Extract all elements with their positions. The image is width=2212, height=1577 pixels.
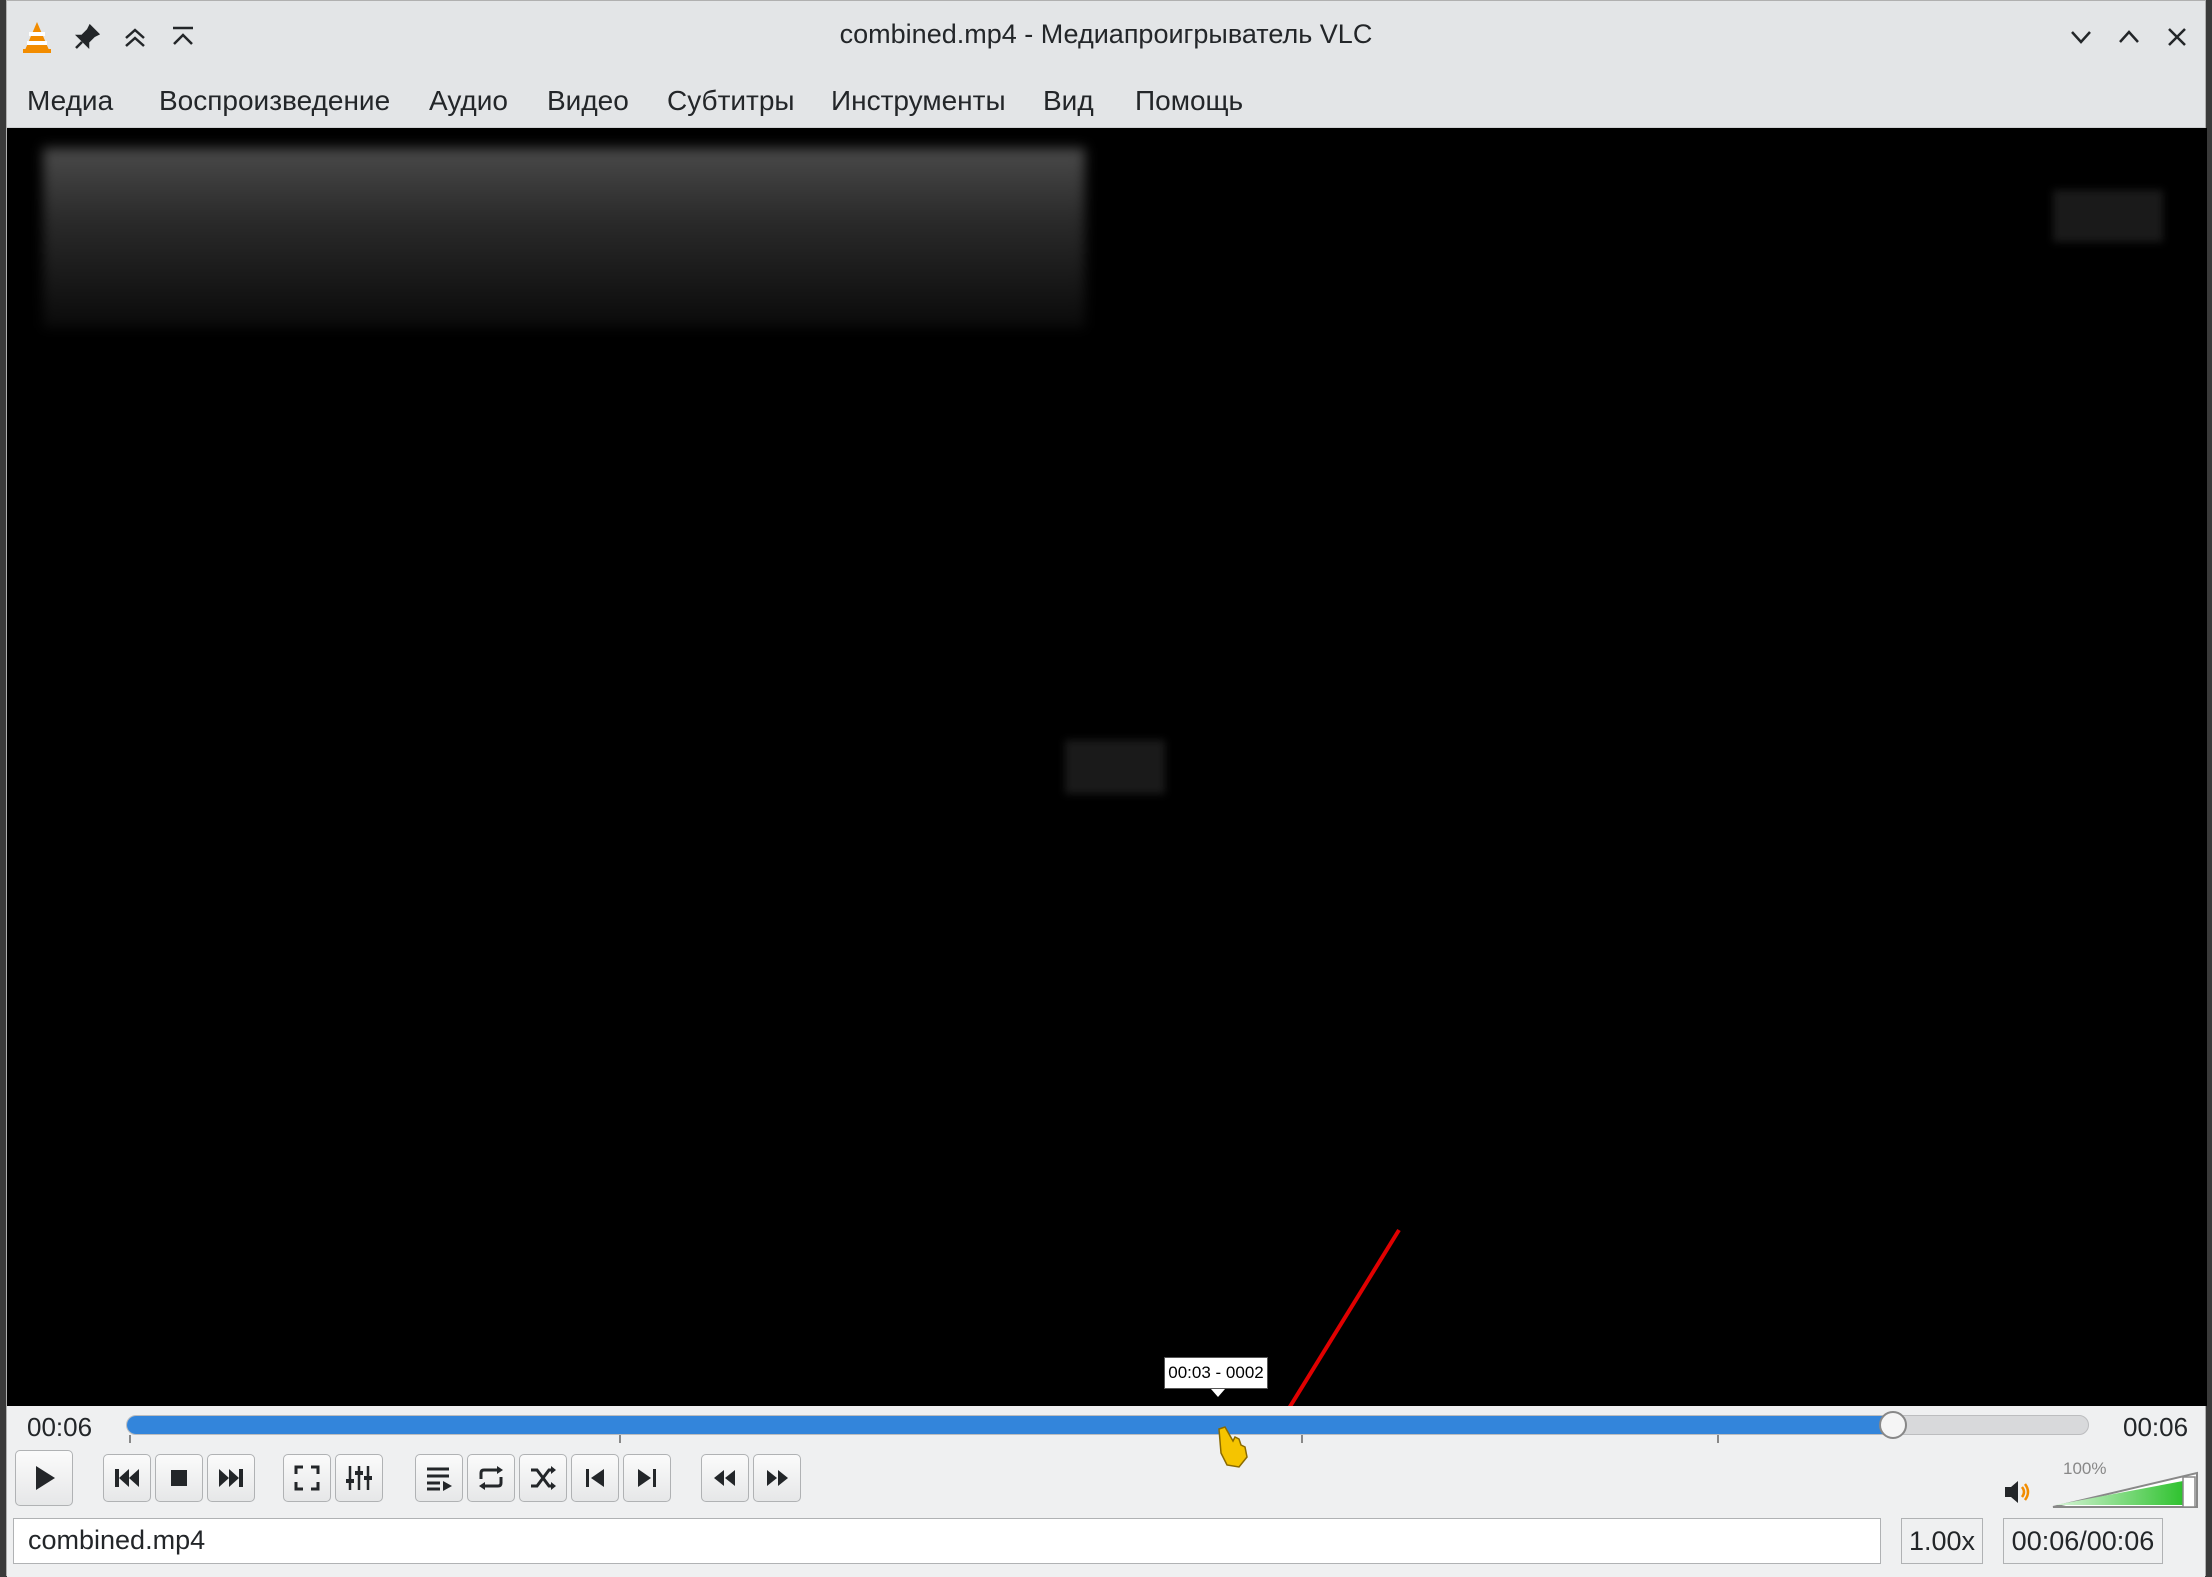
frame-next-button[interactable]: [623, 1454, 671, 1502]
time-display[interactable]: 00:06/00:06: [2003, 1518, 2163, 1564]
seek-tick: [1301, 1435, 1303, 1443]
shuffle-button[interactable]: [519, 1454, 567, 1502]
menu-tools[interactable]: Инструменты: [825, 81, 1012, 121]
play-button[interactable]: [15, 1450, 73, 1506]
previous-button[interactable]: [103, 1454, 151, 1502]
seek-tick: [1717, 1435, 1719, 1443]
stop-button[interactable]: [155, 1454, 203, 1502]
remaining-time[interactable]: 00:06: [2123, 1412, 2188, 1443]
slower-icon: [714, 1470, 735, 1486]
next-button[interactable]: [207, 1454, 255, 1502]
menu-bar: Медиа Воспроизведение Аудио Видео Субтит…: [7, 73, 2205, 128]
window-title: combined.mp4 - Медиапроигрыватель VLC: [839, 19, 1373, 49]
video-content-blur: [2053, 190, 2163, 242]
menu-audio[interactable]: Аудио: [423, 81, 514, 121]
faster-icon: [767, 1470, 788, 1486]
play-icon: [36, 1466, 55, 1490]
stop-icon: [171, 1470, 187, 1486]
video-content-blur: [1065, 740, 1165, 794]
cursor-hand-icon: [1218, 1426, 1248, 1468]
elapsed-time[interactable]: 00:06: [27, 1412, 92, 1443]
extended-settings-icon: [346, 1466, 372, 1490]
slower-button[interactable]: [701, 1454, 749, 1502]
menu-playback[interactable]: Воспроизведение: [153, 81, 396, 121]
loop-icon: [479, 1466, 503, 1490]
previous-icon: [115, 1469, 139, 1487]
minimize-icon[interactable]: [2063, 19, 2099, 55]
playlist-button[interactable]: [415, 1454, 463, 1502]
seek-tooltip: 00:03 - 0002: [1164, 1357, 1268, 1397]
next-icon: [219, 1469, 243, 1487]
loop-button[interactable]: [467, 1454, 515, 1502]
seek-slider[interactable]: [126, 1415, 2089, 1435]
fullscreen-icon: [294, 1465, 320, 1491]
seek-handle[interactable]: [1878, 1411, 1907, 1439]
title-bar[interactable]: combined.mp4 - Медиапроигрыватель VLC: [7, 1, 2205, 73]
status-bar: combined.mp4 1.00x 00:06/00:06: [7, 1518, 2205, 1566]
seek-progress: [127, 1416, 1894, 1434]
vlc-window: combined.mp4 - Медиапроигрыватель VLC Ме…: [6, 0, 2207, 1577]
faster-button[interactable]: [753, 1454, 801, 1502]
frame-next-icon: [638, 1469, 656, 1487]
seek-tick: [129, 1435, 131, 1443]
shuffle-icon: [531, 1466, 556, 1490]
extended-settings-button[interactable]: [335, 1454, 383, 1502]
frame-back-button[interactable]: [571, 1454, 619, 1502]
fullscreen-button[interactable]: [283, 1454, 331, 1502]
close-icon[interactable]: [2159, 19, 2195, 55]
filename-field: combined.mp4: [13, 1518, 1881, 1564]
menu-help[interactable]: Помощь: [1129, 81, 1249, 121]
menu-video[interactable]: Видео: [541, 81, 635, 121]
video-area[interactable]: [7, 128, 2207, 1406]
menu-media[interactable]: Медиа: [21, 81, 119, 121]
speaker-icon[interactable]: [2003, 1477, 2035, 1507]
playback-speed[interactable]: 1.00x: [1901, 1518, 1983, 1564]
playlist-icon: [427, 1467, 452, 1491]
menu-view[interactable]: Вид: [1037, 81, 1100, 121]
frame-back-icon: [586, 1469, 604, 1487]
menu-subtitles[interactable]: Субтитры: [661, 81, 801, 121]
volume-control[interactable]: 100%: [2003, 1459, 2203, 1509]
video-content-blur: [43, 148, 1085, 328]
seek-tick: [619, 1435, 621, 1443]
volume-slider[interactable]: [2051, 1471, 2199, 1509]
maximize-icon[interactable]: [2111, 19, 2147, 55]
